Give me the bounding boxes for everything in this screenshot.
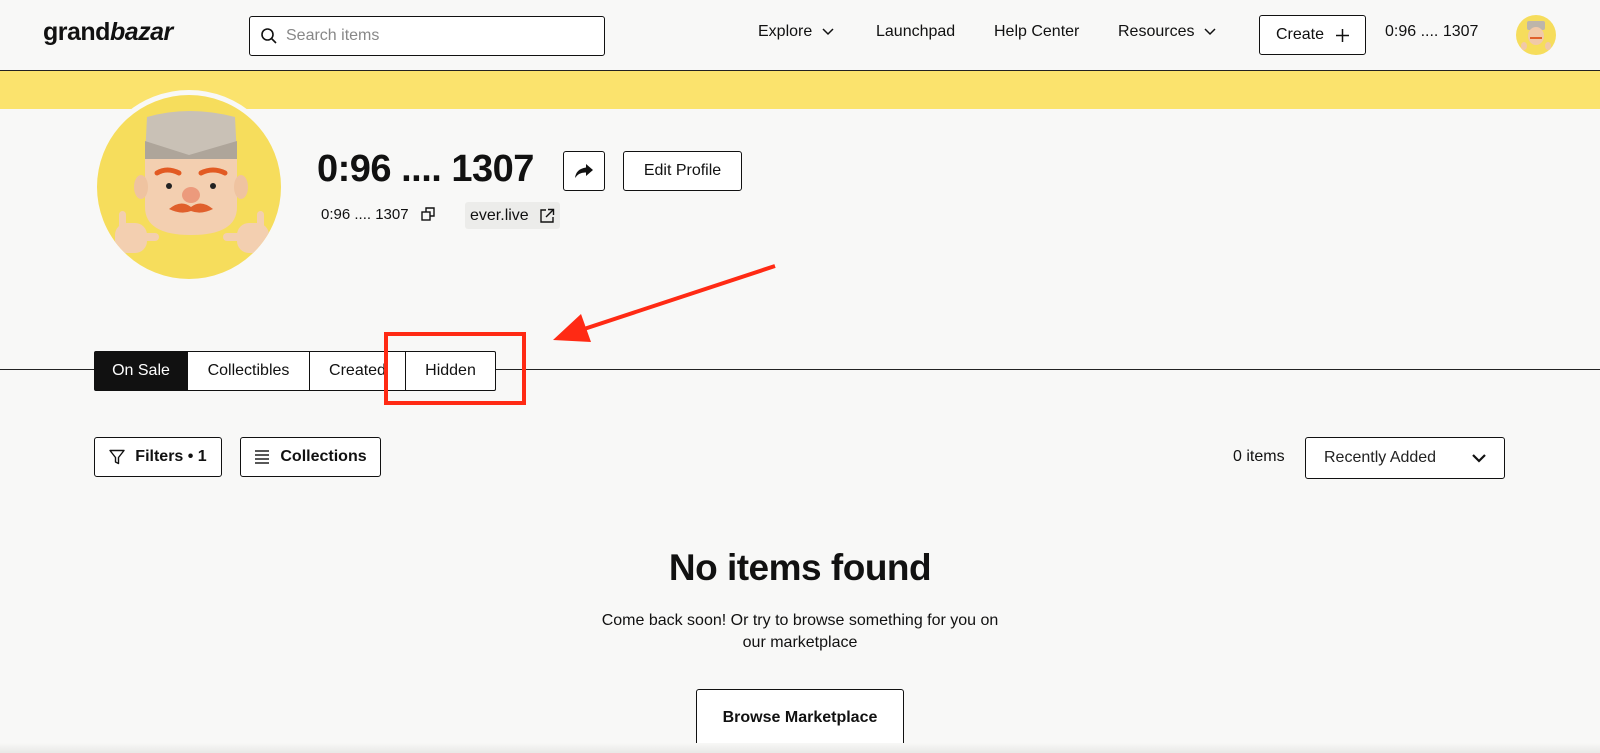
- avatar-character-icon: [115, 111, 269, 253]
- empty-state-title: No items found: [668, 547, 932, 588]
- tab-collectibles[interactable]: Collectibles: [188, 351, 310, 391]
- tab-on-sale[interactable]: On Sale: [94, 351, 188, 391]
- top-header: grandbazar Explore Launchpad Help Center…: [0, 0, 1600, 71]
- bottom-fade: [0, 743, 1600, 753]
- edit-profile-button[interactable]: Edit Profile: [623, 151, 742, 191]
- nav-resources[interactable]: Resources: [1118, 23, 1217, 41]
- plus-icon: [1336, 28, 1350, 42]
- wallet-address[interactable]: 0:96 .... 1307: [1385, 23, 1478, 41]
- annotation-highlight-box: [384, 332, 526, 405]
- create-button[interactable]: Create: [1259, 15, 1366, 55]
- search-input[interactable]: [286, 17, 596, 54]
- chevron-down-icon: [1472, 453, 1486, 463]
- search-box: [249, 16, 605, 56]
- browse-marketplace-button[interactable]: Browse Marketplace: [696, 689, 904, 746]
- profile-avatar: [92, 90, 286, 284]
- filters-button[interactable]: Filters • 1: [94, 437, 222, 477]
- items-count: 0 items: [1233, 448, 1285, 465]
- share-button[interactable]: [563, 151, 605, 191]
- nav-explore[interactable]: Explore: [758, 23, 834, 41]
- search-icon: [261, 28, 277, 44]
- chevron-down-icon: [822, 28, 834, 36]
- copy-icon[interactable]: [420, 207, 436, 222]
- collections-button[interactable]: Collections: [240, 437, 381, 477]
- sort-select[interactable]: Recently Added: [1305, 437, 1505, 479]
- share-arrow-icon: [575, 164, 593, 178]
- profile-name: 0:96 .... 1307: [317, 148, 534, 190]
- filter-funnel-icon: [109, 449, 125, 465]
- empty-state-text: Come back soon! Or try to browse somethi…: [601, 612, 999, 651]
- list-lines-icon: [255, 450, 270, 464]
- profile-banner: [0, 71, 1600, 109]
- nav-help-center[interactable]: Help Center: [994, 23, 1079, 41]
- user-avatar[interactable]: [1516, 15, 1556, 55]
- external-link-icon: [540, 208, 554, 223]
- nav-launchpad[interactable]: Launchpad: [876, 23, 955, 41]
- avatar-character-icon: [1521, 21, 1551, 50]
- profile-address: 0:96 .... 1307: [321, 206, 436, 223]
- chevron-down-icon: [1204, 28, 1217, 36]
- profile-site-link[interactable]: ever.live: [465, 202, 560, 229]
- logo[interactable]: grandbazar: [43, 18, 173, 47]
- annotation-arrow-icon: [553, 264, 776, 342]
